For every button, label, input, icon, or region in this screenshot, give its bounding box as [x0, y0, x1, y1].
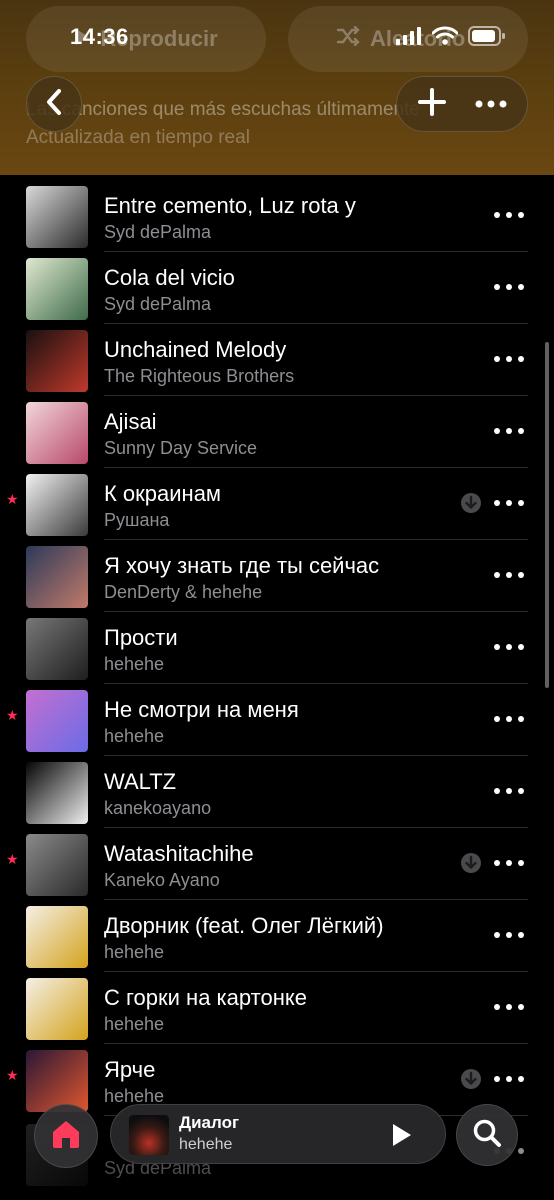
- status-bar: 14:36: [0, 0, 554, 70]
- track-artist: hehehe: [104, 654, 165, 674]
- track-artist: DenDerty & hehehe: [104, 582, 263, 602]
- home-button[interactable]: [34, 1104, 98, 1168]
- list-item[interactable]: WALTZ kanekoayano: [0, 756, 554, 828]
- back-button[interactable]: [26, 76, 82, 132]
- now-playing-artist: hehehe: [179, 1136, 233, 1153]
- track-title: С горки на картонке: [104, 985, 307, 1010]
- scrollbar[interactable]: [545, 342, 549, 688]
- track-artist: Kaneko Ayano: [104, 870, 220, 890]
- header: Reproducir Aleatorio Las canciones que m…: [0, 0, 554, 175]
- album-cover: [26, 330, 88, 392]
- track-title: Я хочу знать где ты сейчас: [104, 553, 380, 578]
- play-icon: [393, 1124, 411, 1146]
- track-title: Entre cemento, Luz rota y: [104, 193, 356, 218]
- album-cover: [26, 906, 88, 968]
- downloaded-icon: [460, 492, 482, 514]
- battery-icon: [468, 26, 506, 51]
- track-title: Дворник (feat. Олег Лёгкий): [104, 913, 384, 938]
- album-cover: [26, 690, 88, 752]
- list-item[interactable]: Unchained Melody The Righteous Brothers: [0, 324, 554, 396]
- track-title: Watashitachihe: [104, 841, 254, 866]
- ellipsis-icon: [475, 100, 506, 108]
- list-item[interactable]: Cola del vicio Syd dePalma: [0, 252, 554, 324]
- actions-pill: [396, 76, 528, 132]
- track-more-button[interactable]: [494, 348, 524, 370]
- album-cover: [26, 402, 88, 464]
- track-artist: hehehe: [104, 1014, 165, 1034]
- list-item[interactable]: Ajisai Sunny Day Service: [0, 396, 554, 468]
- favorite-star-icon: ★: [6, 491, 19, 507]
- chevron-left-icon: [46, 88, 62, 120]
- list-item[interactable]: Прости hehehe: [0, 612, 554, 684]
- status-time: 14:36: [70, 24, 129, 49]
- list-item[interactable]: ★ Не смотри на меня hehehe: [0, 684, 554, 756]
- album-cover: [26, 546, 88, 608]
- track-artist: hehehe: [104, 726, 165, 746]
- album-cover: [26, 834, 88, 896]
- track-artist: kanekoayano: [104, 798, 212, 818]
- now-playing-cover: [129, 1115, 169, 1155]
- mini-player[interactable]: Диалог hehehe: [110, 1104, 446, 1164]
- list-item[interactable]: Дворник (feat. Олег Лёгкий) hehehe: [0, 900, 554, 972]
- list-item[interactable]: С горки на картонке hehehe: [0, 972, 554, 1044]
- favorite-star-icon: ★: [6, 851, 19, 867]
- search-icon: [472, 1118, 502, 1153]
- track-artist: Sunny Day Service: [104, 438, 258, 458]
- track-more-button[interactable]: [494, 780, 524, 802]
- track-title: Ярче: [104, 1057, 156, 1082]
- album-cover: [26, 186, 88, 248]
- track-more-button[interactable]: [494, 276, 524, 298]
- track-more-button[interactable]: [494, 564, 524, 586]
- list-item[interactable]: ★ Watashitachihe Kaneko Ayano: [0, 828, 554, 900]
- album-cover: [26, 978, 88, 1040]
- track-more-button[interactable]: [494, 708, 524, 730]
- status-icons: [396, 26, 506, 51]
- play-pause-button[interactable]: [387, 1121, 415, 1149]
- list-item[interactable]: ★ К окраинам Рушана: [0, 468, 554, 540]
- plus-icon: [417, 87, 446, 116]
- track-more-button[interactable]: [494, 636, 524, 658]
- add-button[interactable]: [417, 87, 446, 121]
- track-list: Entre cemento, Luz rota y Syd dePalma Cola…: [0, 180, 554, 1116]
- track-more-button[interactable]: [494, 420, 524, 442]
- track-title: Unchained Melody: [104, 337, 287, 362]
- now-playing-title: Диалог: [179, 1113, 240, 1132]
- track-artist: Syd dePalma: [104, 222, 212, 242]
- track-more-button[interactable]: [494, 852, 524, 874]
- track-artist: hehehe: [104, 942, 165, 962]
- track-more-button[interactable]: [494, 924, 524, 946]
- track-artist: The Righteous Brothers: [104, 366, 295, 386]
- track-artist: Syd dePalma: [104, 294, 212, 314]
- track-more-button[interactable]: [494, 492, 524, 514]
- track-more-button[interactable]: [494, 996, 524, 1018]
- track-title: Не смотри на меня: [104, 697, 299, 722]
- wifi-icon: [431, 26, 459, 51]
- track-artist: Рушана: [104, 510, 170, 530]
- favorite-star-icon: ★: [6, 1067, 19, 1083]
- signal-icon: [396, 27, 422, 50]
- track-more-button[interactable]: [494, 204, 524, 226]
- track-more-button[interactable]: [494, 1068, 524, 1090]
- list-item[interactable]: Я хочу знать где ты сейчас DenDerty & heh…: [0, 540, 554, 612]
- search-button[interactable]: [456, 1104, 518, 1166]
- track-title: К окраинам: [104, 481, 222, 506]
- favorite-star-icon: ★: [6, 707, 19, 723]
- home-icon: [50, 1119, 82, 1154]
- album-cover: [26, 1050, 88, 1112]
- album-cover: [26, 618, 88, 680]
- track-title: WALTZ: [104, 769, 177, 794]
- downloaded-icon: [460, 1068, 482, 1090]
- more-button[interactable]: [475, 95, 507, 113]
- album-cover: [26, 762, 88, 824]
- album-cover: [26, 258, 88, 320]
- downloaded-icon: [460, 852, 482, 874]
- album-cover: [26, 474, 88, 536]
- list-item[interactable]: Entre cemento, Luz rota y Syd dePalma: [0, 180, 554, 252]
- track-title: Прости: [104, 625, 178, 650]
- track-title: Ajisai: [104, 409, 157, 434]
- track-title: Cola del vicio: [104, 265, 235, 290]
